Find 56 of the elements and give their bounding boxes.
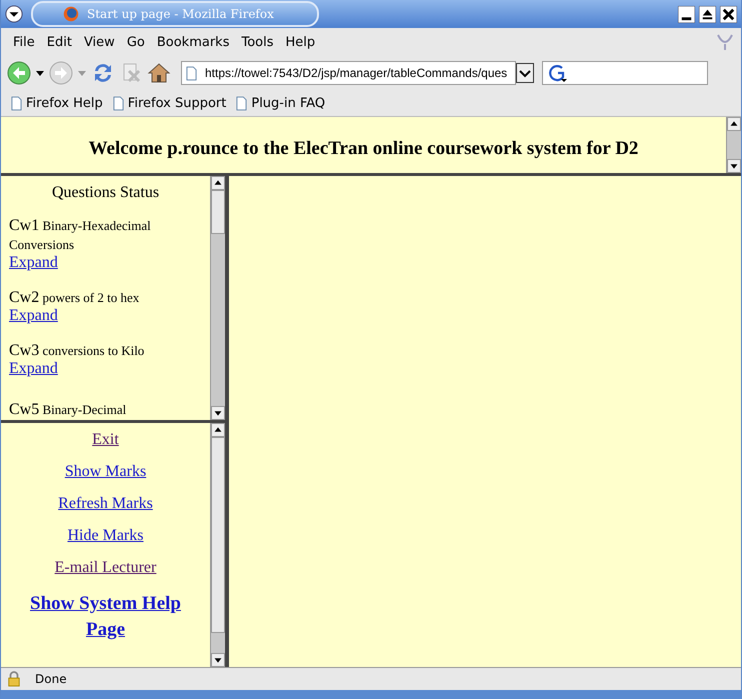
expand-link[interactable]: Expand xyxy=(9,360,58,377)
close-icon[interactable] xyxy=(720,6,737,22)
scrollbar[interactable] xyxy=(726,117,741,173)
scroll-down-icon[interactable] xyxy=(211,406,225,420)
scroll-down-icon[interactable] xyxy=(727,159,741,173)
command-link[interactable]: Exit xyxy=(92,431,119,448)
menu-item[interactable]: Tools xyxy=(235,34,280,50)
command-link[interactable]: Show Marks xyxy=(64,463,146,480)
dropdown-icon[interactable] xyxy=(35,68,45,78)
window-title: Start up page - Mozilla Firefox xyxy=(87,7,274,21)
scrollbar[interactable] xyxy=(210,176,225,420)
command-link[interactable]: Hide Marks xyxy=(68,527,144,544)
scroll-thumb[interactable] xyxy=(211,190,225,234)
command-link[interactable]: Refresh Marks xyxy=(58,495,153,512)
search-engine-icon xyxy=(547,63,567,83)
back-icon[interactable] xyxy=(7,61,31,85)
status-text: Done xyxy=(35,672,67,686)
expand-link[interactable]: Expand xyxy=(9,254,58,271)
home-icon[interactable] xyxy=(147,61,171,85)
minimize-icon[interactable] xyxy=(678,6,695,22)
browser-logo-icon xyxy=(63,6,79,22)
search-field[interactable] xyxy=(542,61,708,85)
window-menu-icon[interactable] xyxy=(5,5,23,23)
menu-item[interactable]: View xyxy=(78,34,121,50)
bookmark-item[interactable]: Plug-in FAQ xyxy=(236,96,326,110)
maximize-icon[interactable] xyxy=(699,6,716,22)
lock-icon xyxy=(7,671,21,687)
page-icon xyxy=(112,96,124,110)
bookmark-item[interactable]: Firefox Help xyxy=(11,96,103,110)
question-title: Cw2 powers of 2 to hex xyxy=(9,288,140,307)
menu-item[interactable]: Edit xyxy=(40,34,78,50)
scroll-down-icon[interactable] xyxy=(211,653,225,667)
section-title: Questions Status xyxy=(50,184,160,202)
command-link[interactable]: E-mail Lecturer xyxy=(54,559,156,576)
question-title: Cw5 Binary-Decimal xyxy=(9,400,128,419)
menu-item[interactable]: File xyxy=(7,34,41,50)
menu-item[interactable]: Help xyxy=(280,34,322,50)
question-title: Cw3 conversions to Kilo xyxy=(9,341,146,360)
expand-link[interactable]: Expand xyxy=(9,307,58,324)
menu-item[interactable]: Bookmarks xyxy=(150,34,236,50)
bookmark-item[interactable]: Firefox Support xyxy=(112,96,226,110)
page-icon xyxy=(186,66,197,80)
scroll-up-icon[interactable] xyxy=(211,176,225,190)
scrollbar[interactable] xyxy=(210,423,225,667)
menu-item[interactable]: Go xyxy=(120,34,151,50)
question-title: Cw1 Binary-Hexadecimal Conversions xyxy=(9,216,152,254)
throbber-icon xyxy=(715,32,735,52)
page-icon xyxy=(236,96,248,110)
page-icon xyxy=(11,96,22,110)
command-link[interactable]: Show System Help Page xyxy=(9,591,202,643)
scroll-up-icon[interactable] xyxy=(211,423,225,437)
scroll-up-icon[interactable] xyxy=(727,117,741,131)
page-heading: Welcome p.rounce to the ElecTran online coursework system for D2 xyxy=(88,138,638,160)
scroll-thumb[interactable] xyxy=(211,437,225,633)
address-field[interactable]: https://towel:7543/D2/jsp/manager/tableCommands/ques xyxy=(181,61,516,85)
dropdown-icon[interactable] xyxy=(516,63,534,83)
